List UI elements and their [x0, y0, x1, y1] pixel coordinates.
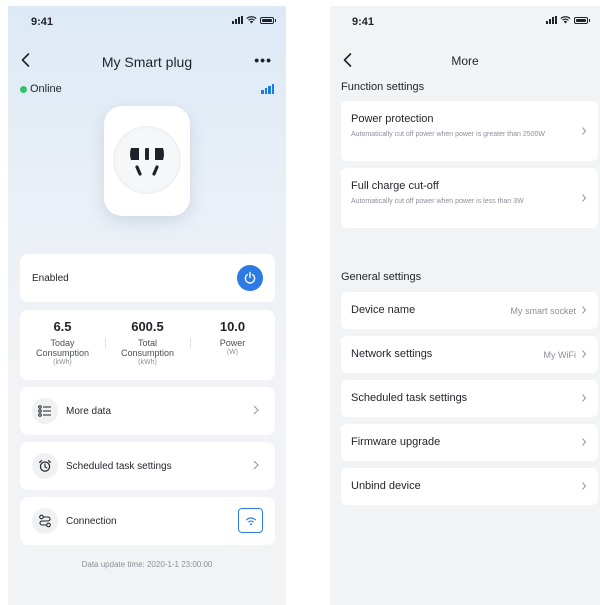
signal-strength-icon	[261, 84, 274, 94]
firmware-upgrade-row[interactable]: Firmware upgrade	[341, 424, 598, 461]
page-title: My Smart plug	[101, 54, 193, 70]
enabled-label: Enabled	[32, 273, 69, 284]
stat-power: 10.0 Power (W)	[190, 310, 275, 380]
wifi-status-icon	[246, 16, 257, 24]
stat-label: Consumption	[35, 348, 90, 358]
chevron-right-icon	[582, 394, 587, 402]
stat-total-consumption: 600.5 Total Consumption (kWh)	[105, 310, 190, 380]
network-settings-row[interactable]: Network settings My WiFi	[341, 336, 598, 373]
data-update-time: Data update time: 2020-1-1 23:00:00	[81, 560, 213, 569]
battery-icon	[260, 16, 276, 24]
connection-row[interactable]: Connection	[20, 497, 275, 545]
chevron-right-icon	[582, 350, 587, 358]
power-protection-title: Power protection	[351, 113, 434, 125]
online-status: Online	[20, 83, 62, 95]
chevron-right-icon	[582, 194, 587, 202]
device-name-row[interactable]: Device name My smart socket	[341, 292, 598, 329]
wifi-connection-button[interactable]	[238, 508, 263, 533]
nav-bar: My Smart plug •••	[8, 42, 286, 78]
chevron-right-icon	[582, 482, 587, 490]
full-charge-cutoff-desc: Automatically cut off power when power i…	[351, 198, 524, 205]
cellular-signal-icon	[546, 16, 557, 24]
power-protection-row[interactable]: Power protection Automatically cut off p…	[341, 101, 598, 161]
status-bar: 9:41	[330, 6, 600, 30]
battery-icon	[574, 16, 590, 24]
full-charge-cutoff-title: Full charge cut-off	[351, 180, 439, 192]
list-icon	[32, 398, 58, 424]
scheduled-task-row[interactable]: Scheduled task settings	[20, 442, 275, 490]
stat-value: 10.0	[219, 319, 246, 334]
unbind-device-row[interactable]: Unbind device	[341, 468, 598, 505]
wifi-status-icon	[560, 16, 571, 24]
power-toggle-button[interactable]	[237, 265, 263, 291]
stat-value: 6.5	[53, 319, 72, 334]
stat-value: 600.5	[131, 319, 164, 334]
page-title: More	[451, 54, 479, 68]
device-name-value: My smart socket	[510, 306, 576, 316]
more-data-row[interactable]: More data	[20, 387, 275, 435]
scheduled-task-label: Scheduled task settings	[66, 461, 172, 472]
stat-label: Today	[50, 338, 75, 348]
consumption-stats-card: 6.5 Today Consumption (kWh) 600.5 Total …	[20, 310, 275, 380]
stat-unit: (kWh)	[138, 359, 157, 366]
stat-unit: (kWh)	[53, 359, 72, 366]
nav-bar: More	[330, 42, 600, 78]
stat-unit: (W)	[226, 349, 239, 356]
smart-plug-screen: 9:41 My Smart plug ••• Online Enabled 6.…	[8, 6, 286, 605]
chevron-right-icon	[253, 405, 259, 415]
cellular-signal-icon	[232, 16, 243, 24]
device-name-title: Device name	[351, 304, 416, 316]
enabled-card: Enabled	[20, 254, 275, 302]
general-settings-heading: General settings	[341, 271, 422, 283]
online-dot-icon	[20, 85, 27, 93]
function-settings-heading: Function settings	[341, 81, 425, 93]
full-charge-cutoff-row[interactable]: Full charge cut-off Automatically cut of…	[341, 168, 598, 228]
chevron-right-icon	[582, 306, 587, 314]
smart-plug-image	[104, 106, 190, 216]
unbind-device-title: Unbind device	[351, 480, 421, 492]
connection-label: Connection	[66, 516, 117, 527]
stat-label: Power	[219, 338, 246, 348]
status-icons	[232, 16, 276, 24]
chevron-right-icon	[582, 438, 587, 446]
more-options-button[interactable]: •••	[254, 52, 272, 68]
more-settings-screen: 9:41 More Function settings Power protec…	[330, 6, 600, 605]
power-protection-desc: Automatically cut off power when power i…	[351, 131, 546, 138]
status-time: 9:41	[31, 16, 54, 28]
network-settings-title: Network settings	[351, 348, 433, 360]
scheduled-task-settings-row[interactable]: Scheduled task settings	[341, 380, 598, 417]
alarm-clock-icon	[32, 453, 58, 479]
stat-label: Consumption	[120, 348, 175, 358]
status-bar: 9:41	[8, 6, 286, 30]
status-icons	[546, 16, 590, 24]
network-settings-value: My WiFi	[543, 350, 577, 360]
chevron-right-icon	[253, 460, 259, 470]
stat-today-consumption: 6.5 Today Consumption (kWh)	[20, 310, 105, 380]
connection-icon	[32, 508, 58, 534]
wifi-icon	[245, 516, 256, 525]
status-time: 9:41	[352, 16, 375, 28]
stat-label: Total	[137, 338, 157, 348]
firmware-upgrade-title: Firmware upgrade	[351, 436, 441, 448]
scheduled-task-settings-title: Scheduled task settings	[351, 392, 468, 404]
power-icon	[244, 271, 256, 284]
chevron-right-icon	[582, 127, 587, 135]
online-label: Online	[30, 83, 62, 95]
socket-face-icon	[113, 126, 181, 194]
more-data-label: More data	[66, 406, 112, 417]
